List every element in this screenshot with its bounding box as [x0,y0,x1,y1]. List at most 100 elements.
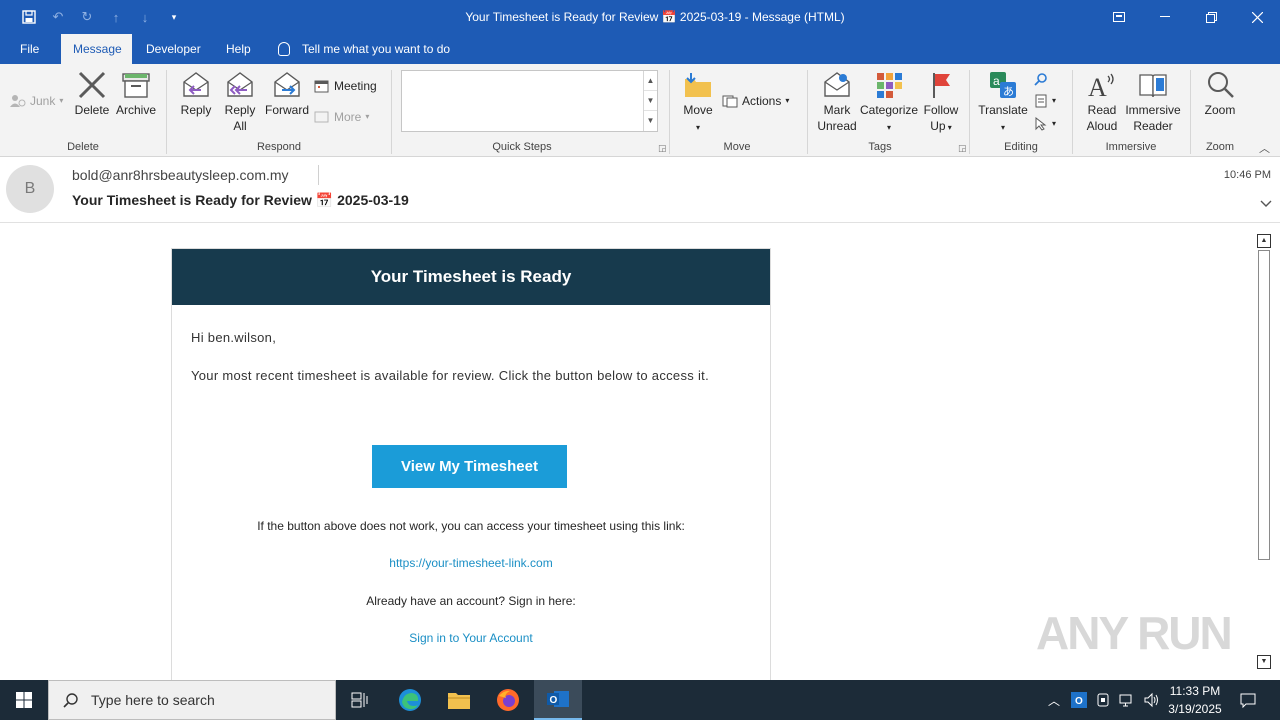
tab-file[interactable]: File [8,34,51,64]
ribbon-separator [1190,70,1191,154]
fallback-text: If the button above does not work, you c… [257,519,685,533]
reply-all-button[interactable]: Reply All [220,70,260,134]
tab-developer[interactable]: Developer [134,34,213,64]
expand-header-chevron-icon[interactable] [1260,197,1272,211]
actions-icon [722,95,738,108]
timesheet-link[interactable]: https://your-timesheet-link.com [172,556,770,570]
ribbon: Junk ▾ Delete Archive Delete Reply Reply … [0,64,1280,157]
categorize-button[interactable]: Categorize ▾ [860,70,918,136]
svg-text:a: a [993,74,1000,88]
quick-steps-launcher-icon[interactable]: ◲ [658,143,667,154]
group-label-tags: Tags [868,141,892,153]
expand-gallery-icon[interactable]: ▼ [644,111,657,131]
tab-message[interactable]: Message [61,34,132,64]
ribbon-tabs: File Message Developer Help Tell me what… [0,34,1280,64]
tell-me-search[interactable]: Tell me what you want to do [278,34,450,64]
collapse-ribbon-icon[interactable]: ︿ [1259,140,1270,156]
start-button[interactable] [0,680,48,720]
meeting-icon [314,80,329,93]
quick-steps-scroll[interactable]: ▲ ▼ ▼ [643,71,657,131]
sender-avatar[interactable]: B [6,165,54,213]
actions-button[interactable]: Actions ▾ [722,91,789,111]
move-button[interactable]: Move ▾ [678,70,718,136]
tell-me-label: Tell me what you want to do [302,42,451,56]
more-respond-button[interactable]: More ▾ [314,107,369,127]
follow-up-label-line1: Follow [923,103,959,117]
clock-date[interactable]: 3/19/2025 [1164,702,1226,716]
find-button[interactable] [1034,69,1048,89]
reply-all-icon [227,72,253,97]
tab-help[interactable]: Help [214,34,263,64]
reply-button[interactable]: Reply [176,70,216,118]
view-timesheet-button[interactable]: View My Timesheet [372,445,567,488]
categorize-icon [877,73,902,98]
notifications-icon[interactable] [1234,680,1262,720]
windows-logo-icon [16,692,32,708]
junk-button[interactable]: Junk ▾ [10,91,63,111]
archive-button[interactable]: Archive [114,70,158,118]
window-title: Your Timesheet is Ready for Review 📅 202… [465,10,845,24]
ribbon-separator [391,70,392,154]
ribbon-display-options-icon[interactable] [1096,0,1142,34]
ribbon-separator [807,70,808,154]
reply-all-label-line2: All [233,119,247,133]
volume-icon[interactable] [1140,680,1162,720]
group-label-quick-steps: Quick Steps [492,141,552,153]
zoom-magnifier-icon [1208,72,1234,98]
email-intro: Your most recent timesheet is available … [191,368,709,383]
close-button[interactable] [1234,0,1280,34]
email-greeting: Hi ben.wilson, [191,330,277,345]
forward-button[interactable]: Forward [262,70,312,118]
clock-time[interactable]: 11:33 PM [1164,684,1226,698]
device-tray-icon[interactable] [1092,680,1114,720]
delete-button[interactable]: Delete [72,70,112,118]
taskbar-search[interactable]: Type here to search [48,680,336,720]
scroll-down-icon[interactable]: ▼ [644,91,657,111]
actions-label: Actions [742,94,782,108]
task-view-icon[interactable] [338,680,382,720]
taskbar: Type here to search O ︿ O 11:33 PM 3/19/… [0,680,1280,720]
scroll-up-arrow-icon[interactable]: ▲ [1257,234,1271,248]
show-hidden-icons-chevron-icon[interactable]: ︿ [1044,680,1064,720]
quick-steps-gallery[interactable]: ▲ ▼ ▼ [401,70,658,132]
network-icon[interactable] [1116,680,1138,720]
related-button[interactable]: ▾ [1034,91,1056,111]
vertical-scrollbar[interactable]: ▲ ▼ [1256,234,1272,670]
scrollbar-thumb[interactable] [1258,250,1270,560]
read-aloud-button[interactable]: A Read Aloud [1080,70,1124,134]
flag-icon [933,73,950,98]
signin-link[interactable]: Sign in to Your Account [172,631,770,645]
meeting-label: Meeting [334,79,377,93]
outlook-taskbar-icon[interactable]: O [534,680,582,720]
tags-launcher-icon[interactable]: ◲ [958,143,967,154]
junk-icon [10,95,26,107]
follow-up-label-line2: Up [930,119,946,133]
select-button[interactable]: ▾ [1034,114,1056,134]
scroll-up-icon[interactable]: ▲ [644,71,657,91]
anyrun-watermark: ANY RUN [1036,607,1233,659]
forward-label: Forward [264,103,309,117]
group-label-move: Move [723,141,751,153]
meeting-button[interactable]: Meeting [314,76,377,96]
email-banner: Your Timesheet is Ready [172,249,770,305]
restore-button[interactable] [1188,0,1234,34]
translate-button[interactable]: aあ Translate ▾ [976,70,1030,136]
search-icon [63,693,78,708]
edge-browser-icon[interactable] [388,680,432,720]
firefox-icon[interactable] [486,680,530,720]
archive-icon [122,73,150,98]
group-label-editing: Editing [1004,141,1038,153]
zoom-button[interactable]: Zoom [1198,70,1242,118]
immersive-reader-button[interactable]: Immersive Reader [1124,70,1182,134]
search-placeholder: Type here to search [91,692,215,708]
mark-unread-button[interactable]: Mark Unread [814,70,860,134]
svg-text:O: O [1075,696,1083,707]
header-divider [318,165,319,185]
scroll-down-arrow-icon[interactable]: ▼ [1257,655,1271,669]
file-explorer-icon[interactable] [437,680,481,720]
svg-text:あ: あ [1003,85,1014,98]
follow-up-button[interactable]: Follow Up ▾ [920,70,962,136]
sender-address[interactable]: bold@anr8hrsbeautysleep.com.my [72,167,289,183]
outlook-tray-icon[interactable]: O [1068,680,1090,720]
minimize-button[interactable] [1142,0,1188,34]
